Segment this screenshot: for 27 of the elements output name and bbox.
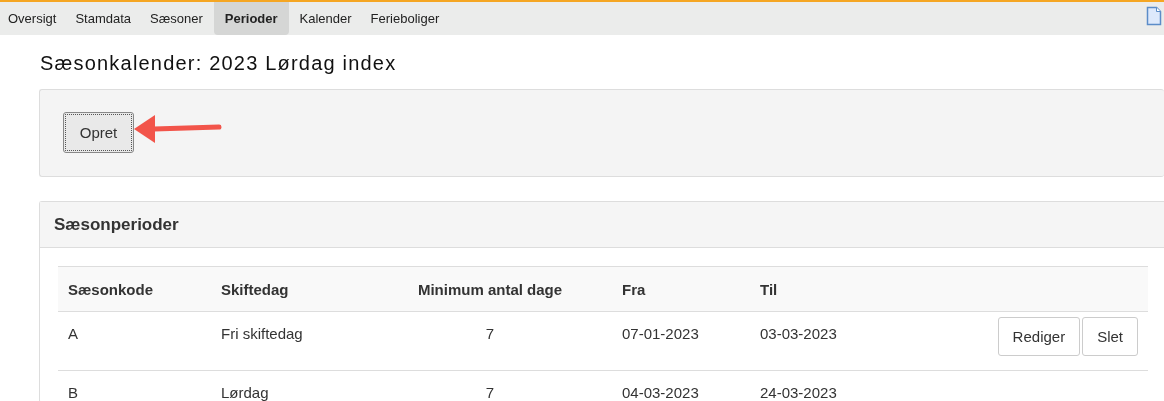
- document-icon[interactable]: [1146, 6, 1162, 26]
- table-cell: 24-03-2023: [750, 370, 900, 401]
- table-cell: A: [58, 311, 211, 371]
- table-cell: 7: [368, 311, 612, 371]
- table-cell: B: [58, 370, 211, 401]
- table-cell: 07-01-2023: [612, 311, 750, 371]
- column-header: Minimum antal dage: [368, 266, 612, 312]
- panel-title: Sæsonperioder: [54, 214, 179, 235]
- table-cell: 03-03-2023: [750, 311, 900, 371]
- nav-tab[interactable]: Sæsoner: [142, 2, 211, 35]
- create-button[interactable]: Opret: [63, 111, 134, 153]
- nav-tab[interactable]: Ferieboliger: [362, 2, 448, 35]
- table-cell: 04-03-2023: [612, 370, 750, 401]
- nav-tab[interactable]: Oversigt: [0, 2, 65, 35]
- page-title: Sæsonkalender: 2023 Lørdag index: [39, 51, 398, 76]
- column-header: Fra: [612, 266, 750, 312]
- nav-tab[interactable]: Kalender: [291, 2, 360, 35]
- column-header: Sæsonkode: [58, 266, 211, 312]
- nav-tab[interactable]: Perioder: [213, 2, 289, 35]
- column-header: Til: [750, 266, 900, 312]
- edit-button[interactable]: Rediger: [997, 317, 1081, 356]
- table-cell: 7: [368, 370, 612, 401]
- table-cell: Fri skiftedag: [211, 311, 368, 371]
- column-header: Skiftedag: [211, 266, 368, 312]
- table-cell: Lørdag: [211, 370, 368, 401]
- delete-button[interactable]: Slet: [1082, 317, 1138, 356]
- nav-tab[interactable]: Stamdata: [67, 2, 140, 35]
